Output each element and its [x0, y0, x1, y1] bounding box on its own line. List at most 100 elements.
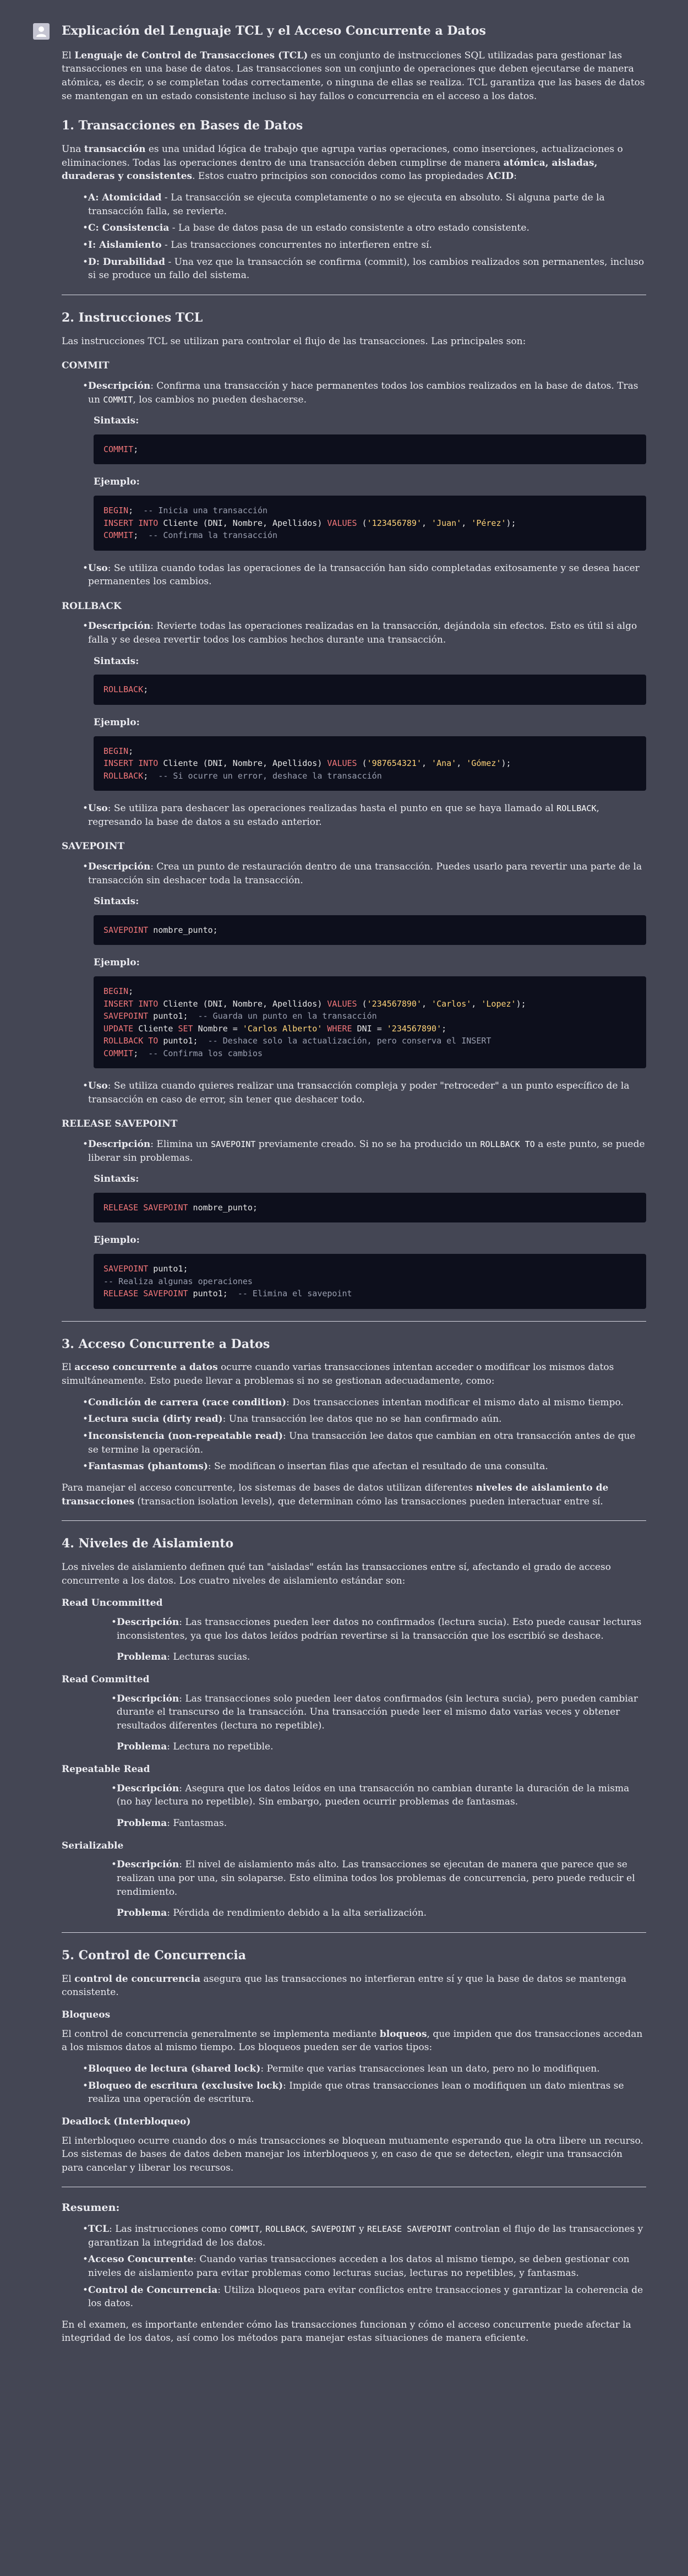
code-token: Cliente (DNI, Nombre, Apellidos) — [158, 758, 327, 769]
example-label: Ejemplo: — [94, 476, 140, 488]
code-token: RELEASE SAVEPOINT — [103, 1289, 188, 1298]
code-token: ; — [143, 770, 159, 781]
code-token: COMMIT — [103, 1048, 134, 1058]
example-label: Ejemplo: — [94, 1235, 140, 1246]
divider — [62, 1320, 646, 1322]
list-item: Uso: Se utiliza para deshacer las operac… — [83, 802, 646, 829]
level-desc-list: Descripción: Asegura que los datos leído… — [62, 1782, 646, 1809]
list-item: Control de Concurrencia: Utiliza bloqueo… — [83, 2284, 646, 2311]
section-2-intro: Las instrucciones TCL se utilizan para c… — [62, 335, 526, 347]
deadlock-paragraph: El interbloqueo ocurre cuando dos o más … — [62, 2135, 643, 2173]
code-token: punto1; — [158, 1036, 208, 1046]
section-3-heading: 3. Acceso Concurrente a Datos — [62, 1336, 270, 1351]
commit-desc-list: Descripción: Confirma una transacción y … — [62, 379, 646, 406]
code-token: ; — [128, 986, 134, 997]
code-token: ( — [357, 998, 367, 1009]
code-token: , — [471, 998, 482, 1009]
code-token: , — [421, 758, 432, 769]
level-problem: Problema: Fantasmas. — [117, 1818, 227, 1829]
code-token: DNI = — [352, 1023, 387, 1034]
code-token: nombre_punto; — [188, 1202, 258, 1213]
code-token: COMMIT — [103, 530, 134, 541]
code-block[interactable]: COMMIT; — [94, 434, 646, 465]
code-token: ; — [128, 746, 134, 756]
code-token: ; — [143, 684, 149, 695]
level-problem: Problema: Pérdida de rendimiento debido … — [117, 1907, 427, 1919]
divider — [62, 1520, 646, 1521]
code-token: ); — [506, 518, 516, 528]
code-token: 'Pérez' — [471, 518, 506, 528]
code-token: ; — [133, 530, 149, 541]
section-1-heading: 1. Transacciones en Bases de Datos — [62, 118, 303, 133]
code-token: INSERT INTO — [103, 998, 159, 1009]
code-token: -- Guarda un punto en la transacción — [198, 1011, 377, 1021]
code-token: ; — [133, 1048, 149, 1058]
list-item: Fantasmas (phantoms): Se modifican o ins… — [83, 1460, 646, 1474]
code-block[interactable]: SAVEPOINT nombre_punto; — [94, 915, 646, 945]
list-item: C: Consistencia - La base de datos pasa … — [83, 221, 646, 235]
code-token: ( — [357, 758, 367, 769]
list-item: Inconsistencia (non-repeatable read): Un… — [83, 1430, 646, 1457]
list-item: Descripción: Asegura que los datos leído… — [111, 1782, 646, 1809]
level-heading: Read Uncommitted — [62, 1597, 163, 1609]
code-block[interactable]: RELEASE SAVEPOINT nombre_punto; — [94, 1192, 646, 1223]
syntax-label: Sintaxis: — [94, 415, 139, 427]
code-token: SAVEPOINT — [103, 1264, 149, 1274]
user-avatar — [33, 23, 50, 40]
code-token: , — [461, 518, 472, 528]
level-desc-list: Descripción: Las transacciones solo pued… — [62, 1692, 646, 1733]
deadlock-heading: Deadlock (Interbloqueo) — [62, 2116, 191, 2127]
code-block[interactable]: BEGIN; INSERT INTO Cliente (DNI, Nombre,… — [94, 976, 646, 1069]
code-token: -- Si ocurre un error, deshace la transa… — [158, 770, 382, 781]
user-icon — [36, 26, 46, 37]
release-desc-list: Descripción: Elimina un SAVEPOINT previa… — [62, 1138, 646, 1165]
locks-paragraph: El control de concurrencia generalmente … — [62, 2028, 643, 2053]
list-item: Descripción: Confirma una transacción y … — [83, 379, 646, 406]
list-item: Acceso Concurrente: Cuando varias transa… — [83, 2253, 646, 2280]
code-token: , — [456, 758, 467, 769]
section-5-heading: 5. Control de Concurrencia — [62, 1948, 247, 1963]
list-item: Descripción: Las transacciones solo pued… — [111, 1692, 646, 1733]
code-token: Cliente (DNI, Nombre, Apellidos) — [158, 998, 327, 1009]
code-token: '234567890' — [386, 1023, 442, 1034]
code-token: '987654321' — [367, 758, 422, 769]
rollback-heading: ROLLBACK — [62, 600, 122, 612]
level-heading: Repeatable Read — [62, 1764, 150, 1775]
code-token: WHERE — [327, 1023, 352, 1034]
acid-list: A: Atomicidad - La transacción se ejecut… — [62, 191, 646, 282]
code-token: 'Carlos Alberto' — [242, 1023, 323, 1034]
rollback-desc-list: Descripción: Revierte todas las operacio… — [62, 619, 646, 646]
code-block[interactable]: BEGIN; -- Inicia una transacción INSERT … — [94, 496, 646, 551]
syntax-label: Sintaxis: — [94, 655, 139, 667]
code-token: ROLLBACK — [103, 684, 144, 695]
section-5-paragraph: El control de concurrencia asegura que l… — [62, 1973, 627, 1998]
list-item: TCL: Las instrucciones como COMMIT, ROLL… — [83, 2222, 646, 2249]
code-block[interactable]: BEGIN; INSERT INTO Cliente (DNI, Nombre,… — [94, 736, 646, 791]
code-token: ROLLBACK — [103, 770, 144, 781]
example-label: Ejemplo: — [94, 716, 140, 728]
code-token: BEGIN — [103, 506, 129, 516]
code-token: -- Confirma los cambios — [148, 1048, 263, 1058]
intro-paragraph: El Lenguaje de Control de Transacciones … — [62, 50, 645, 102]
code-block[interactable]: SAVEPOINT punto1; -- Realiza algunas ope… — [94, 1254, 646, 1309]
syntax-label: Sintaxis: — [94, 896, 139, 907]
code-token: RELEASE SAVEPOINT — [103, 1202, 188, 1213]
code-token: -- Inicia una transacción — [143, 506, 268, 516]
code-token: 'Juan' — [432, 518, 462, 528]
code-token: punto1; — [188, 1289, 238, 1298]
section-4-heading: 4. Niveles de Aislamiento — [62, 1536, 234, 1551]
section-2-heading: 2. Instrucciones TCL — [62, 310, 203, 325]
code-token: Cliente — [133, 1023, 178, 1034]
list-item: Lectura sucia (dirty read): Una transacc… — [83, 1412, 646, 1426]
code-token: BEGIN — [103, 746, 129, 756]
list-item: Descripción: Las transacciones pueden le… — [111, 1616, 646, 1643]
code-token: ); — [516, 998, 526, 1009]
message-container: Explicación del Lenguaje TCL y el Acceso… — [0, 0, 688, 2375]
code-block[interactable]: ROLLBACK; — [94, 675, 646, 705]
code-token: , — [421, 518, 432, 528]
savepoint-heading: SAVEPOINT — [62, 841, 125, 852]
code-token: ); — [501, 758, 511, 769]
list-item: Uso: Se utiliza cuando quieres realizar … — [83, 1079, 646, 1106]
level-problem: Problema: Lectura no repetible. — [117, 1741, 274, 1753]
code-token: VALUES — [327, 758, 357, 769]
